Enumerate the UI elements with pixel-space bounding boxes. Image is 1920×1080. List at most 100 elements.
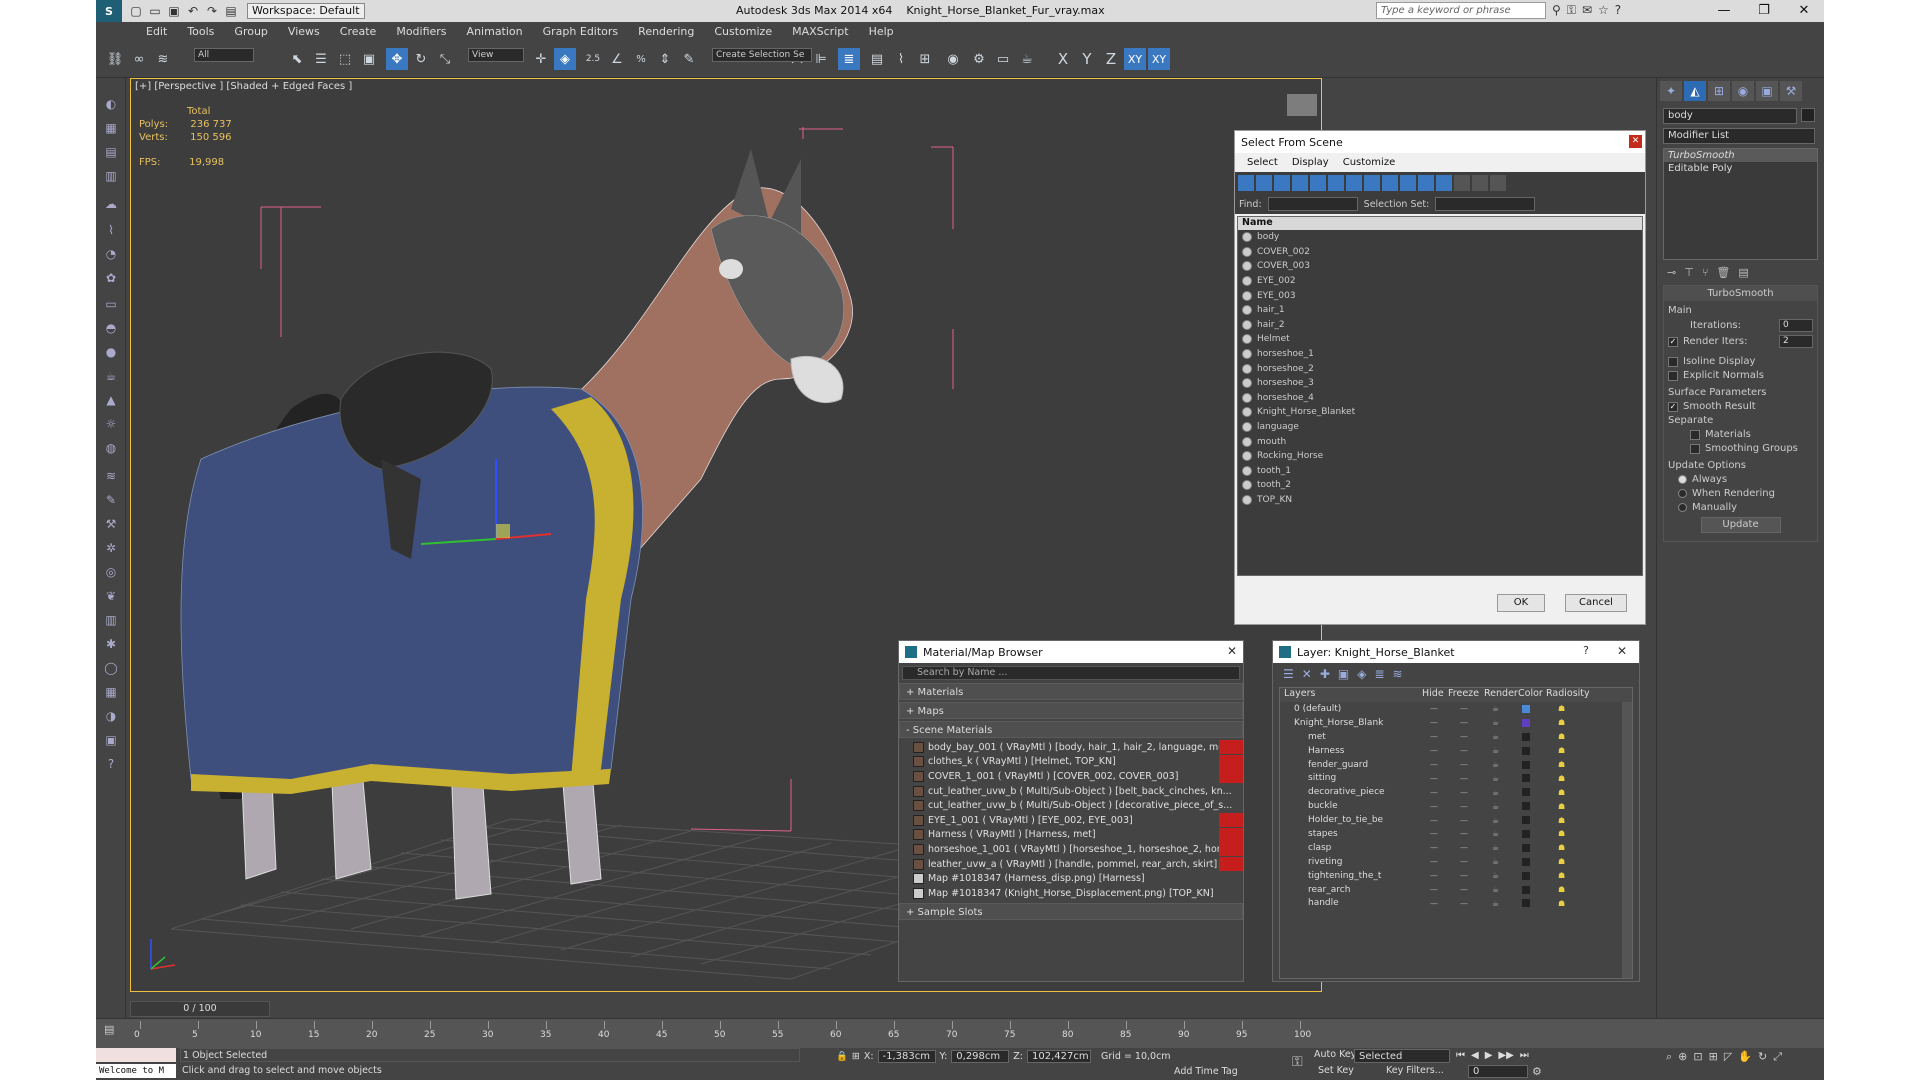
delete-layer-icon[interactable]: ✕	[1302, 667, 1312, 681]
menu-group[interactable]: Group	[234, 25, 268, 38]
next-frame-icon[interactable]: ▶▶	[1498, 1050, 1513, 1061]
list-item[interactable]: horseshoe_1_001 ( VRayMtl ) [horseshoe_1…	[899, 842, 1243, 857]
key-mode-dropdown[interactable]: Selected	[1354, 1049, 1450, 1063]
render-iters-spinner[interactable]: 2	[1779, 335, 1813, 348]
select-move-icon[interactable]: ✥	[386, 48, 408, 70]
freeze-toggle[interactable]: —	[1460, 760, 1468, 769]
update-button[interactable]: Update	[1700, 517, 1781, 533]
menu-help[interactable]: Help	[869, 25, 894, 38]
radiosity-icon[interactable]: ☗	[1558, 857, 1565, 866]
list-item[interactable]: clothes_k ( VRayMtl ) [Helmet, TOP_KN]	[899, 754, 1243, 770]
maximize-icon[interactable]: ❐	[1744, 0, 1784, 22]
zoom-extents-icon[interactable]: ⊡	[1693, 1050, 1702, 1064]
modify-tab-icon[interactable]: ◭	[1684, 81, 1706, 101]
plant-icon[interactable]: ❦	[101, 586, 121, 606]
radiosity-icon[interactable]: ☗	[1558, 788, 1565, 797]
radiosity-icon[interactable]: ☗	[1558, 816, 1565, 825]
materials-checkbox[interactable]	[1690, 429, 1700, 440]
show-end-result-icon[interactable]: ⊤	[1684, 266, 1694, 279]
particles-icon[interactable]: ✿	[101, 268, 121, 288]
menu-tools[interactable]: Tools	[187, 25, 214, 38]
time-slider[interactable]: 0 / 100	[130, 1001, 270, 1017]
create-tab-icon[interactable]: ✦	[1660, 81, 1682, 101]
named-selection-dropdown[interactable]: Create Selection Se	[712, 48, 812, 62]
key-icon[interactable]: ⚿	[1292, 1054, 1303, 1070]
filter-containers-icon[interactable]	[1400, 175, 1416, 191]
radiosity-icon[interactable]: ☗	[1558, 829, 1565, 838]
hide-toggle[interactable]: —	[1430, 746, 1438, 755]
render-teapot-icon[interactable]: ☕	[1492, 774, 1499, 783]
lock-icon[interactable]: 🔒	[836, 1051, 848, 1062]
keyword-search-input[interactable]: Type a keyword or phrase	[1376, 2, 1546, 19]
sfs-menu-select[interactable]: Select	[1247, 157, 1278, 168]
app-logo-icon[interactable]: S	[96, 0, 122, 22]
freeze-toggle[interactable]: —	[1460, 871, 1468, 880]
play-icon[interactable]: ▶	[1485, 1050, 1493, 1061]
filter-cameras-icon[interactable]	[1292, 175, 1308, 191]
manually-radio[interactable]	[1678, 503, 1687, 512]
list-item[interactable]: leather_uvw_a ( VRayMtl ) [handle, pomme…	[899, 856, 1243, 872]
table-row[interactable]: 0 (default) — — ☕ ☗	[1280, 702, 1632, 716]
zoom-all-icon[interactable]: ⊕	[1678, 1050, 1687, 1064]
filter-bones-icon[interactable]	[1382, 175, 1398, 191]
menu-modifiers[interactable]: Modifiers	[396, 25, 446, 38]
radiosity-icon[interactable]: ☗	[1558, 802, 1565, 811]
axis-xy-icon[interactable]: XY	[1124, 48, 1146, 70]
filter-groups-icon[interactable]	[1346, 175, 1362, 191]
render-teapot-icon[interactable]: ☕	[1492, 746, 1499, 755]
list-item[interactable]: COVER_1_001 ( VRayMtl ) [COVER_002, COVE…	[899, 769, 1243, 784]
list-item[interactable]: EYE_002	[1238, 274, 1642, 289]
render-teapot-icon[interactable]: ☕	[1492, 843, 1499, 852]
layer-color-swatch[interactable]	[1522, 718, 1530, 727]
maximize-viewport-icon[interactable]: ⤢	[1773, 1050, 1782, 1064]
freeze-toggle[interactable]: —	[1460, 857, 1468, 866]
hide-toggle[interactable]: —	[1430, 871, 1438, 880]
auto-key-button[interactable]: Auto Key	[1314, 1049, 1356, 1060]
new-layer-icon[interactable]: ☰	[1283, 667, 1294, 681]
container-icon[interactable]: ▥	[101, 610, 121, 630]
absolute-mode-icon[interactable]: ⊞	[852, 1051, 860, 1062]
isoline-checkbox[interactable]	[1668, 356, 1678, 367]
make-unique-icon[interactable]: ⑂	[1702, 266, 1709, 279]
set-key-button[interactable]: Set Key	[1318, 1065, 1354, 1076]
freeze-toggle[interactable]: —	[1460, 899, 1468, 908]
object-name-field[interactable]: body	[1663, 108, 1797, 124]
spinner-snap-icon[interactable]: ⇕	[654, 48, 676, 70]
layer-color-swatch[interactable]	[1522, 843, 1530, 852]
table-row[interactable]: buckle — — ☕ ☗	[1280, 799, 1632, 813]
render-teapot-icon[interactable]: ☕	[1016, 48, 1038, 70]
layer-color-swatch[interactable]	[1522, 829, 1530, 838]
filter-frozen-icon[interactable]	[1418, 175, 1434, 191]
render-iters-checkbox[interactable]: ✓	[1668, 336, 1678, 347]
select-scale-icon[interactable]: ⤡	[434, 48, 456, 70]
box-icon[interactable]: ▭	[101, 294, 121, 314]
menu-edit[interactable]: Edit	[146, 25, 167, 38]
undo-icon[interactable]: ↶	[185, 3, 201, 19]
table-row[interactable]: stapes — — ☕ ☗	[1280, 827, 1632, 841]
filter-geometry-icon[interactable]	[1238, 175, 1254, 191]
maxscript-listener[interactable]: Welcome to M	[96, 1064, 176, 1078]
workspace-dropdown[interactable]: Workspace: Default	[247, 3, 365, 19]
list-item[interactable]: body_bay_001 ( VRayMtl ) [body, hair_1, …	[899, 740, 1243, 755]
list-item[interactable]: horseshoe_1	[1238, 347, 1642, 362]
ref-coord-dropdown[interactable]: View	[468, 48, 524, 62]
sphere-icon[interactable]: ●	[101, 342, 121, 362]
axis-y-icon[interactable]: Y	[1076, 48, 1098, 70]
freeze-toggle[interactable]: —	[1460, 746, 1468, 755]
table-row[interactable]: tightening_the_t — — ☕ ☗	[1280, 869, 1632, 883]
render-teapot-icon[interactable]: ☕	[1492, 802, 1499, 811]
toggle-ribbon-icon[interactable]: ▤	[866, 48, 888, 70]
orbit-icon[interactable]: ↻	[1758, 1050, 1767, 1064]
angle-snap-icon[interactable]: ∠	[606, 48, 628, 70]
teapot-icon[interactable]: ☕	[101, 366, 121, 386]
filter-xrefs-icon[interactable]	[1364, 175, 1380, 191]
percent-snap-icon[interactable]: %	[630, 48, 652, 70]
smooth-result-checkbox[interactable]: ✓	[1668, 401, 1678, 412]
subscription-icon[interactable]: ⚿	[1567, 3, 1576, 18]
communication-icon[interactable]: ✉	[1582, 3, 1592, 18]
hierarchy-tab-icon[interactable]: ⊞	[1708, 81, 1730, 101]
go-to-end-icon[interactable]: ⏭	[1520, 1050, 1529, 1061]
hide-all-icon[interactable]: ≣	[1374, 667, 1384, 681]
align-icon[interactable]: ⊫	[810, 48, 832, 70]
scene-materials-section[interactable]: - Scene Materials	[899, 721, 1243, 738]
